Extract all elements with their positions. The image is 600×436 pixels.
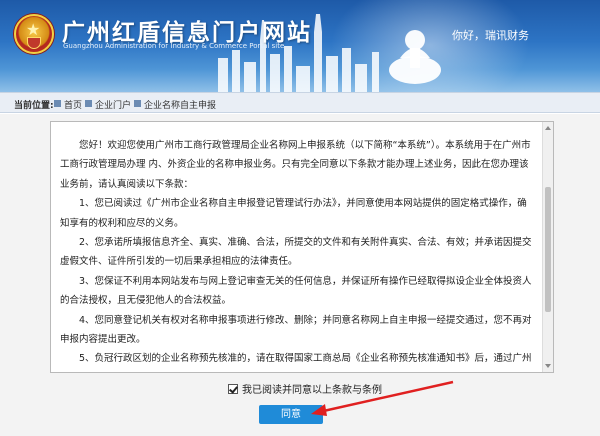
agreement-textbox[interactable]: 您好！欢迎您使用广州市工商行政管理局企业名称网上申报系统（以下简称“本系统”）。… <box>50 121 554 373</box>
consent-checkbox[interactable] <box>228 384 238 394</box>
square-bullet-icon <box>134 100 141 107</box>
scrollbar-thumb[interactable] <box>545 187 551 312</box>
scroll-down-arrow-icon[interactable] <box>545 364 551 368</box>
star-icon: ★ <box>26 20 41 39</box>
shield-icon <box>27 37 41 49</box>
square-bullet-icon <box>85 100 92 107</box>
square-bullet-icon <box>54 100 61 107</box>
agreement-intro: 您好！欢迎您使用广州市工商行政管理局企业名称网上申报系统（以下简称“本系统”）。… <box>60 140 531 190</box>
scroll-up-arrow-icon[interactable] <box>545 126 551 130</box>
agreement-clause: 4、您同意登记机关有权对名称申报事项进行修改、删除；并同意名称网上自主申报一经提… <box>60 314 532 346</box>
agreement-clause: 2、您承诺所填报信息齐全、真实、准确、合法，所提交的文件和有关附件真实、合法、有… <box>60 237 532 268</box>
site-header: ★ 广州红盾信息门户网站 Guangzhou Administration fo… <box>0 0 600 92</box>
red-shield-emblem-icon: ★ <box>14 14 54 54</box>
agreement-text: 您好！欢迎您使用广州市工商行政管理局企业名称网上申报系统（以下简称“本系统”）。… <box>60 136 536 372</box>
breadcrumb: 当前位置: 首页 企业门户 企业名称自主申报 <box>0 92 600 113</box>
breadcrumb-enterprise-portal-link[interactable]: 企业门户 <box>95 98 131 111</box>
breadcrumb-location-label: 当前位置: <box>14 101 54 111</box>
breadcrumb-home-link[interactable]: 首页 <box>64 98 82 111</box>
breadcrumb-current-page: 企业名称自主申报 <box>144 101 217 111</box>
user-greeting: 你好，瑞讯财务 <box>452 29 529 42</box>
agreement-clause: 3、您保证不利用本网站发布与网上登记审查无关的任何信息，并保证所有操作已经取得拟… <box>60 275 532 307</box>
red-arrow-annotation-icon <box>311 380 454 416</box>
site-subtitle: Guangzhou Administration for Industry & … <box>63 42 285 50</box>
agreement-scrollbar[interactable] <box>542 122 553 372</box>
agreement-clause: 5、负冠行政区划的企业名称预先核准的，请在取得国家工商总局《企业名称预先核准通知… <box>79 353 532 365</box>
agreement-clause: 1、您已阅读过《广州市企业名称自主申报登记管理试行办法》，并同意使用本网站提供的… <box>60 198 527 229</box>
